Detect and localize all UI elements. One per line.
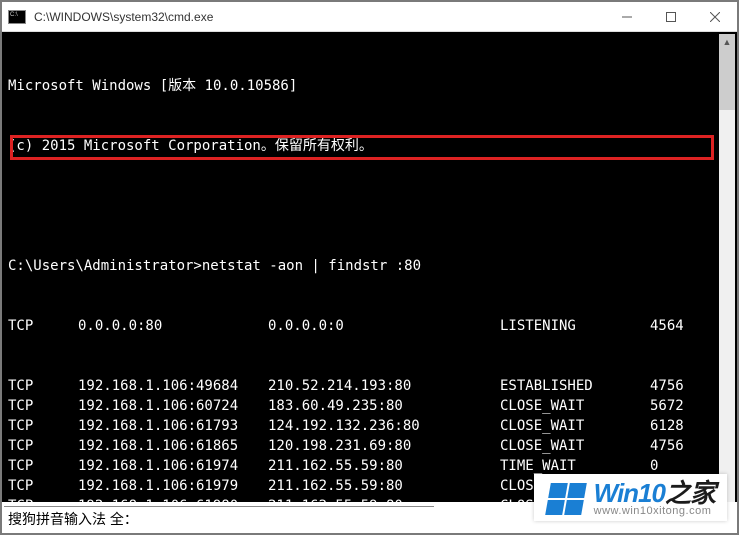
netstat-row: TCP192.168.1.106:61974211.162.55.59:80TI… bbox=[8, 456, 735, 476]
title-bar: C:\WINDOWS\system32\cmd.exe bbox=[2, 2, 737, 32]
proto-cell: TCP bbox=[8, 396, 78, 416]
proto-cell: TCP bbox=[8, 496, 78, 502]
local-cell: 192.168.1.106:61793 bbox=[78, 416, 268, 436]
vertical-scrollbar[interactable]: ▲ bbox=[719, 34, 735, 502]
local-cell: 0.0.0.0:80 bbox=[78, 316, 268, 336]
ime-label: 搜狗拼音输入法 全： bbox=[8, 509, 138, 529]
foreign-cell: 120.198.231.69:80 bbox=[268, 436, 500, 456]
proto-cell: TCP bbox=[8, 436, 78, 456]
watermark-brand-b: 之家 bbox=[665, 478, 715, 508]
pid-cell: 6128 bbox=[650, 416, 684, 436]
maximize-button[interactable] bbox=[649, 2, 693, 31]
foreign-cell: 124.192.132.236:80 bbox=[268, 416, 500, 436]
scroll-thumb[interactable] bbox=[719, 50, 735, 110]
state-cell: LISTENING bbox=[500, 316, 650, 336]
foreign-cell: 211.162.55.59:80 bbox=[268, 476, 500, 496]
foreign-cell: 0.0.0.0:0 bbox=[268, 316, 500, 336]
close-button[interactable] bbox=[693, 2, 737, 31]
window-controls bbox=[605, 2, 737, 31]
cmd-icon bbox=[8, 10, 26, 24]
netstat-row: TCP192.168.1.106:60724183.60.49.235:80CL… bbox=[8, 396, 735, 416]
scroll-up-arrow-icon[interactable]: ▲ bbox=[719, 34, 735, 50]
netstat-row: TCP192.168.1.106:49684210.52.214.193:80E… bbox=[8, 376, 735, 396]
ime-status-bar: 搜狗拼音输入法 全： bbox=[4, 506, 434, 531]
version-line: Microsoft Windows [版本 10.0.10586] bbox=[8, 76, 735, 96]
foreign-cell: 210.52.214.193:80 bbox=[268, 376, 500, 396]
local-cell: 192.168.1.106:61979 bbox=[78, 476, 268, 496]
state-cell: ESTABLISHED bbox=[500, 376, 650, 396]
netstat-row: TCP192.168.1.106:61793124.192.132.236:80… bbox=[8, 416, 735, 436]
foreign-cell: 211.162.55.59:80 bbox=[268, 456, 500, 476]
pid-cell: 0 bbox=[650, 456, 658, 476]
state-cell: TIME_WAIT bbox=[500, 456, 650, 476]
local-cell: 192.168.1.106:61974 bbox=[78, 456, 268, 476]
foreign-cell: 183.60.49.235:80 bbox=[268, 396, 500, 416]
terminal-output[interactable]: Microsoft Windows [版本 10.0.10586] (c) 20… bbox=[2, 32, 737, 502]
proto-cell: TCP bbox=[8, 376, 78, 396]
watermark-url: www.win10xitong.com bbox=[594, 506, 715, 517]
windows-logo-icon bbox=[545, 483, 587, 515]
proto-cell: TCP bbox=[8, 476, 78, 496]
pid-cell: 4756 bbox=[650, 436, 684, 456]
netstat-row-highlight: TCP 0.0.0.0:80 0.0.0.0:0 LISTENING 4564 bbox=[8, 316, 735, 336]
proto-cell: TCP bbox=[8, 416, 78, 436]
state-cell: CLOSE_WAIT bbox=[500, 396, 650, 416]
watermark-text: Win10之家 www.win10xitong.com bbox=[594, 480, 715, 517]
local-cell: 192.168.1.106:60724 bbox=[78, 396, 268, 416]
local-cell: 192.168.1.106:61980 bbox=[78, 496, 268, 502]
local-cell: 192.168.1.106:49684 bbox=[78, 376, 268, 396]
netstat-row: TCP192.168.1.106:61865120.198.231.69:80C… bbox=[8, 436, 735, 456]
proto-cell: TCP bbox=[8, 316, 78, 336]
blank-line bbox=[8, 196, 735, 216]
window-title: C:\WINDOWS\system32\cmd.exe bbox=[34, 10, 605, 24]
copyright-line: (c) 2015 Microsoft Corporation。保留所有权利。 bbox=[8, 136, 735, 156]
pid-cell: 5672 bbox=[650, 396, 684, 416]
minimize-button[interactable] bbox=[605, 2, 649, 31]
local-cell: 192.168.1.106:61865 bbox=[78, 436, 268, 456]
foreign-cell: 211.162.55.59:80 bbox=[268, 496, 500, 502]
pid-cell: 4756 bbox=[650, 376, 684, 396]
pid-cell: 4564 bbox=[650, 316, 684, 336]
watermark-brand-a: Win10 bbox=[594, 478, 665, 508]
state-cell: CLOSE_WAIT bbox=[500, 436, 650, 456]
proto-cell: TCP bbox=[8, 456, 78, 476]
state-cell: CLOSE_WAIT bbox=[500, 416, 650, 436]
watermark: Win10之家 www.win10xitong.com bbox=[534, 474, 727, 521]
prompt-line: C:\Users\Administrator>netstat -aon | fi… bbox=[8, 256, 735, 276]
